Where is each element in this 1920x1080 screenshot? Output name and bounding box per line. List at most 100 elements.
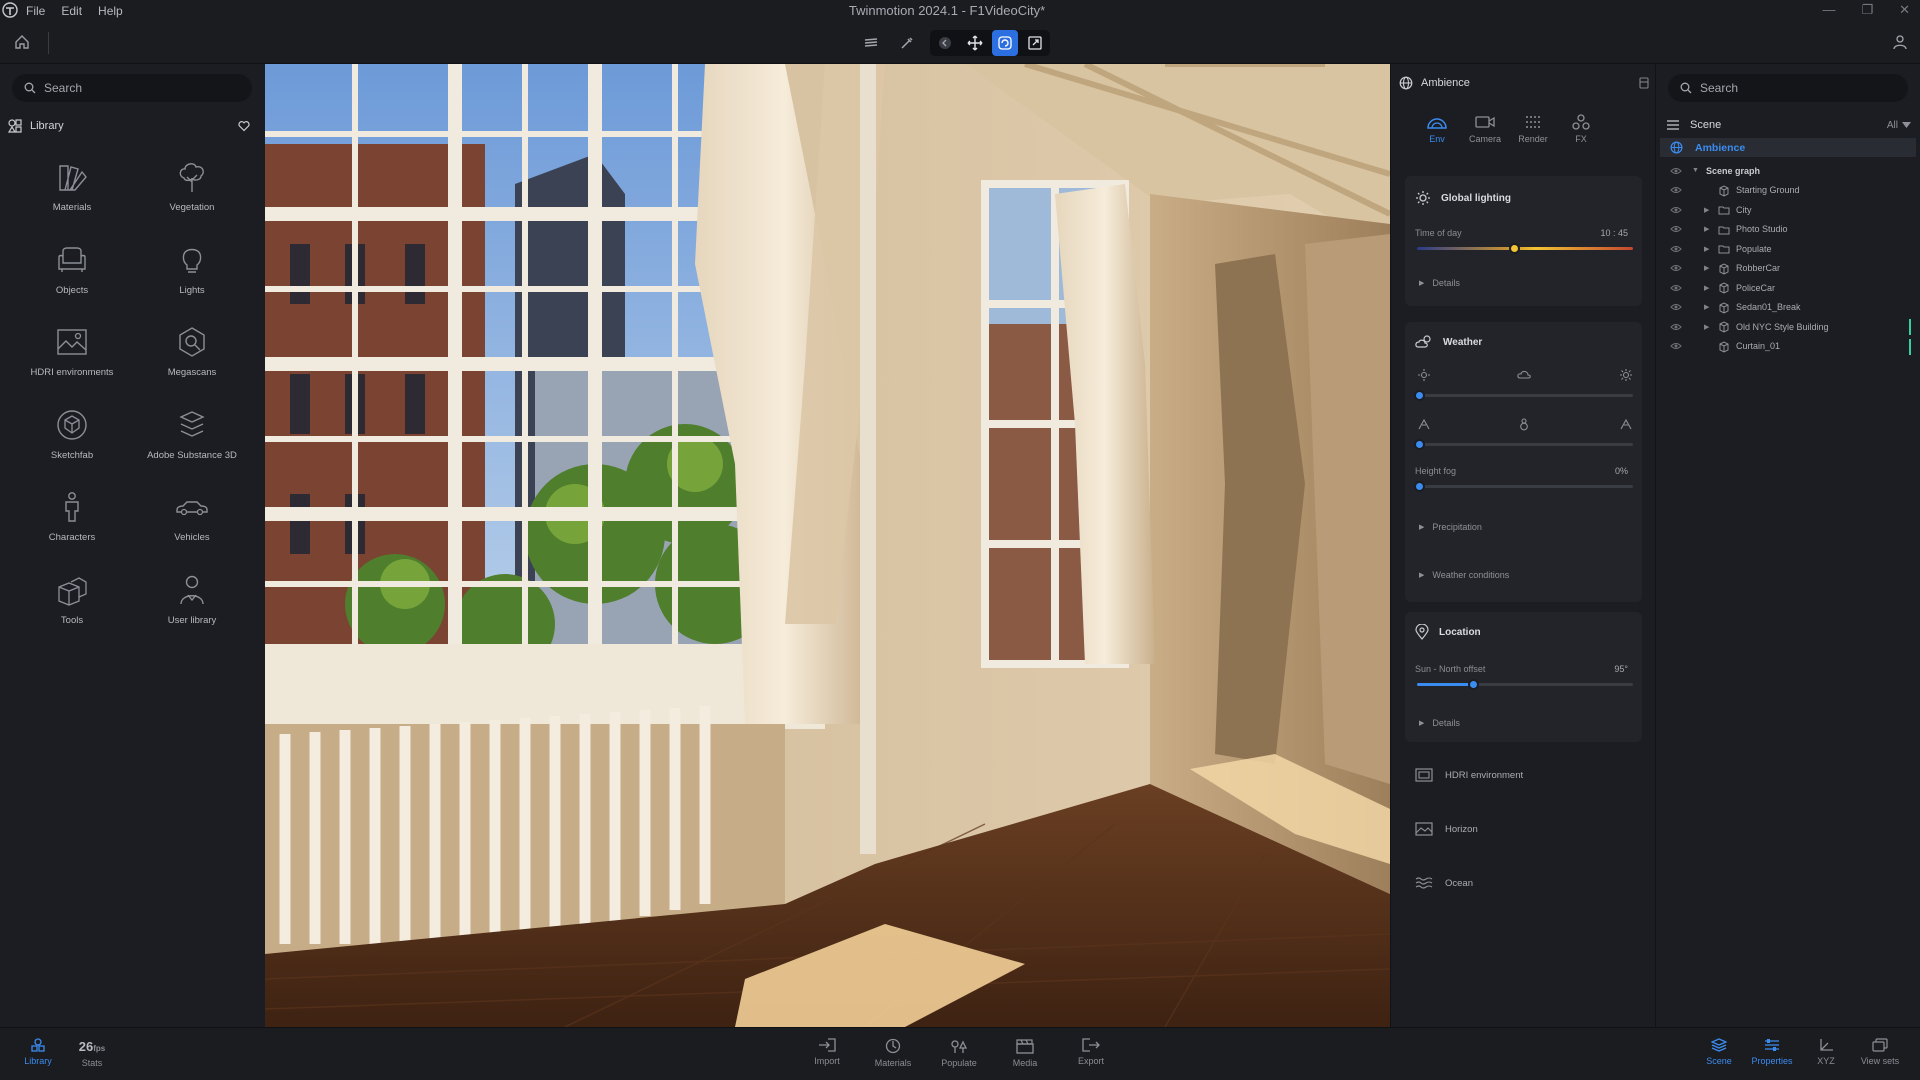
bottom-scene-button[interactable]: Scene xyxy=(1694,1038,1744,1066)
library-search-input[interactable]: Search xyxy=(12,74,252,102)
scene-search-input[interactable]: Search xyxy=(1668,74,1908,102)
bottom-media-button[interactable]: Media xyxy=(1000,1038,1050,1068)
time-of-day-slider[interactable] xyxy=(1417,243,1633,254)
eye-icon[interactable] xyxy=(1670,303,1682,311)
scene-node[interactable]: ▶ RobberCar xyxy=(1656,259,1920,279)
expand-arrow-icon[interactable]: ▶ xyxy=(1704,206,1709,214)
time-of-day-knob[interactable] xyxy=(1509,243,1521,254)
bottom-xyz-button[interactable]: XYZ xyxy=(1801,1038,1851,1066)
bottom-export-button[interactable]: Export xyxy=(1066,1038,1116,1066)
scene-node[interactable]: ▶ Sedan01_Break xyxy=(1656,298,1920,318)
scene-node[interactable]: ▶ PoliceCar xyxy=(1656,278,1920,298)
restore-icon[interactable]: ❐ xyxy=(1861,2,1873,18)
tab-camera[interactable]: Camera xyxy=(1469,114,1501,144)
3d-viewport[interactable] xyxy=(265,64,1390,1027)
library-item-lights[interactable]: Lights xyxy=(132,239,252,322)
eye-icon[interactable] xyxy=(1670,264,1682,272)
library-item-megascans[interactable]: Megascans xyxy=(132,321,252,404)
layers-button[interactable] xyxy=(858,30,884,56)
user-account-icon[interactable] xyxy=(1892,34,1908,50)
expand-arrow-icon[interactable]: ▼ xyxy=(1692,167,1699,174)
eye-icon[interactable] xyxy=(1670,323,1682,331)
scene-item-ambience[interactable]: Ambience xyxy=(1660,138,1916,157)
expand-arrow-icon[interactable]: ▶ xyxy=(1704,225,1709,233)
rotate-button[interactable] xyxy=(992,30,1018,56)
height-fog-knob[interactable] xyxy=(1414,481,1425,492)
library-item-hdri[interactable]: HDRI environments xyxy=(12,321,132,404)
library-item-sketchfab[interactable]: Sketchfab xyxy=(12,404,132,487)
scale-button[interactable] xyxy=(1022,30,1048,56)
tab-render[interactable]: Render xyxy=(1517,114,1549,144)
bottom-stats-label: Stats xyxy=(81,1058,103,1068)
scene-node[interactable]: ▶ Old NYC Style Building xyxy=(1656,317,1920,337)
library-item-objects[interactable]: Objects xyxy=(12,239,132,322)
scene-node[interactable]: Curtain_01 xyxy=(1656,337,1920,357)
heart-icon[interactable] xyxy=(238,120,250,132)
eye-icon[interactable] xyxy=(1670,225,1682,233)
scene-graph-root[interactable]: ▼ Scene graph xyxy=(1656,161,1920,181)
global-lighting-header[interactable]: Global lighting xyxy=(1415,190,1511,206)
expand-arrow-icon[interactable]: ▶ xyxy=(1704,323,1709,331)
eye-icon[interactable] xyxy=(1670,167,1682,175)
expand-arrow-icon[interactable]: ▶ xyxy=(1704,284,1709,292)
bottom-import-button[interactable]: Import xyxy=(802,1038,852,1066)
expand-arrow-icon[interactable]: ▶ xyxy=(1704,303,1709,311)
weather-header[interactable]: Weather xyxy=(1415,334,1482,350)
season-knob[interactable] xyxy=(1414,439,1425,450)
weather-conditions-expander[interactable]: ▶ Weather conditions xyxy=(1419,570,1509,580)
horizon-item[interactable]: Horizon xyxy=(1415,822,1478,836)
bottom-materials-button[interactable]: Materials xyxy=(868,1038,918,1068)
scene-node[interactable]: Starting Ground xyxy=(1656,181,1920,201)
move-button[interactable] xyxy=(962,30,988,56)
weather-card: Weather Height fog 0% ▶ Precipitation ▶ … xyxy=(1405,322,1642,602)
height-fog-slider[interactable] xyxy=(1414,481,1633,492)
bottom-populate-button[interactable]: Populate xyxy=(934,1038,984,1068)
scene-filter-dropdown[interactable]: All xyxy=(1887,120,1911,131)
library-item-user-library[interactable]: User library xyxy=(132,569,252,652)
bottom-view-sets-button[interactable]: View sets xyxy=(1855,1038,1905,1066)
library-item-tools[interactable]: Tools xyxy=(12,569,132,652)
library-item-characters[interactable]: Characters xyxy=(12,486,132,569)
tree-icon xyxy=(179,163,204,192)
eye-icon[interactable] xyxy=(1670,284,1682,292)
library-item-materials[interactable]: Materials xyxy=(12,156,132,239)
library-item-substance[interactable]: Adobe Substance 3D xyxy=(132,404,252,487)
fx-icon xyxy=(1572,114,1590,130)
close-icon[interactable]: ✕ xyxy=(1899,2,1910,18)
home-icon[interactable] xyxy=(13,33,31,51)
folder-icon xyxy=(1718,226,1730,234)
library-item-vehicles[interactable]: Vehicles xyxy=(132,486,252,569)
library-item-label: Megascans xyxy=(167,367,217,378)
expand-arrow-icon[interactable]: ▶ xyxy=(1704,245,1709,253)
sun-north-offset-knob[interactable] xyxy=(1468,679,1480,690)
eye-icon[interactable] xyxy=(1670,186,1682,194)
library-item-vegetation[interactable]: Vegetation xyxy=(132,156,252,239)
select-button[interactable] xyxy=(932,30,958,56)
bottom-properties-button[interactable]: Properties xyxy=(1747,1038,1797,1066)
eye-icon[interactable] xyxy=(1670,206,1682,214)
tab-fx[interactable]: FX xyxy=(1565,114,1597,144)
location-details[interactable]: ▶ Details xyxy=(1419,718,1460,728)
eye-icon[interactable] xyxy=(1670,245,1682,253)
location-header[interactable]: Location xyxy=(1415,624,1481,640)
tab-env[interactable]: Env xyxy=(1421,114,1453,144)
precipitation-expander[interactable]: ▶ Precipitation xyxy=(1419,522,1482,532)
scene-node[interactable]: ▶ Populate xyxy=(1656,239,1920,259)
global-lighting-details[interactable]: ▶ Details xyxy=(1419,278,1460,288)
scene-node[interactable]: ▶ City xyxy=(1656,200,1920,220)
expand-triangle-icon: ▶ xyxy=(1419,524,1425,531)
hdri-environment-item[interactable]: HDRI environment xyxy=(1415,768,1523,782)
expand-arrow-icon[interactable]: ▶ xyxy=(1704,264,1709,272)
ocean-item[interactable]: Ocean xyxy=(1415,876,1473,890)
cloudiness-slider[interactable] xyxy=(1414,390,1633,401)
season-slider[interactable] xyxy=(1414,439,1633,450)
measure-button[interactable] xyxy=(894,30,920,56)
bottom-library-button[interactable]: Library xyxy=(13,1038,63,1066)
eye-icon[interactable] xyxy=(1670,342,1682,350)
minimize-icon[interactable]: — xyxy=(1822,2,1835,18)
cloudiness-knob[interactable] xyxy=(1414,390,1425,401)
bottom-stats-button[interactable]: 26fps Stats xyxy=(67,1039,117,1068)
scene-node[interactable]: ▶ Photo Studio xyxy=(1656,220,1920,240)
sun-north-offset-slider[interactable] xyxy=(1417,679,1633,690)
pin-icon[interactable] xyxy=(1639,77,1649,89)
